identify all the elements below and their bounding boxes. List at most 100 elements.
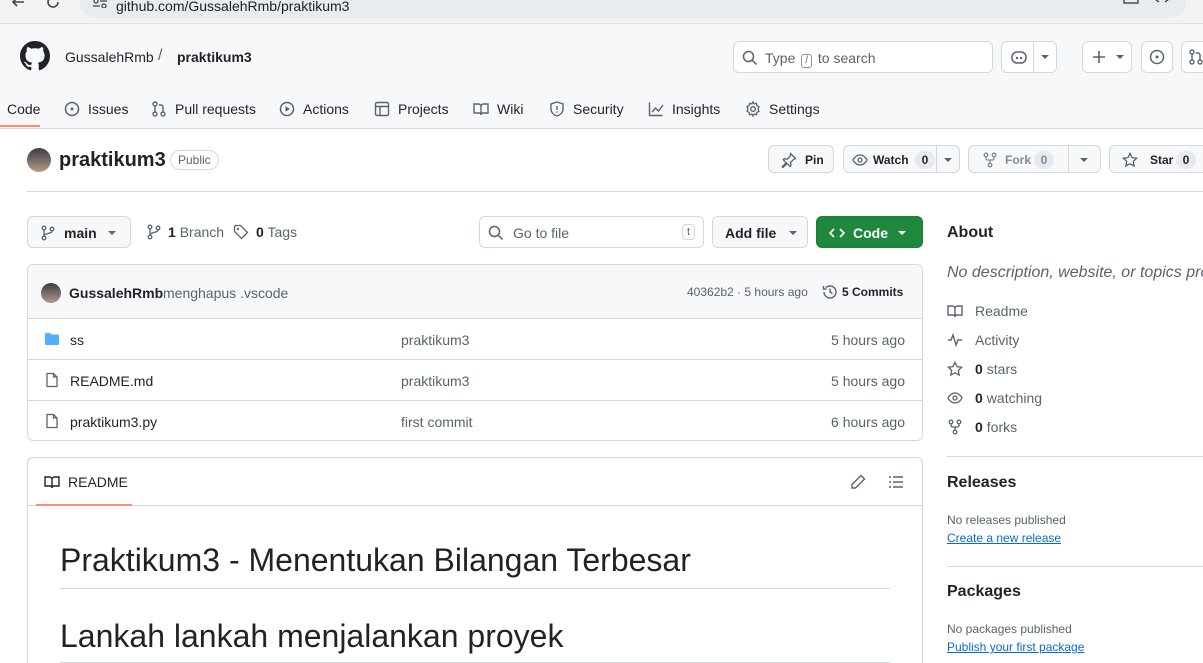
activity-link[interactable]: Activity — [947, 332, 1019, 348]
code-button[interactable]: Code — [816, 216, 923, 248]
chevron-down-icon — [107, 230, 117, 236]
pin-label: Pin — [805, 153, 824, 167]
readme-link[interactable]: Readme — [947, 303, 1028, 319]
github-logo-icon[interactable] — [20, 41, 50, 71]
issues-shortcut-button[interactable] — [1141, 41, 1173, 73]
pencil-icon[interactable] — [850, 474, 866, 490]
stars-link[interactable]: 0 stars — [947, 361, 1017, 377]
branch-icon — [147, 224, 161, 240]
tag-icon — [233, 224, 249, 240]
chevron-down-icon[interactable] — [1079, 157, 1089, 163]
book-icon — [44, 476, 60, 489]
list-outline-icon[interactable] — [888, 474, 904, 490]
page-title[interactable]: praktikum3 — [59, 149, 166, 172]
graph-icon — [648, 102, 664, 116]
tab-insights-label: Insights — [672, 100, 721, 117]
tab-issues[interactable]: Issues — [64, 88, 128, 129]
chevron-down-icon — [788, 226, 798, 236]
file-commit-message[interactable]: praktikum3 — [401, 373, 469, 389]
avatar[interactable] — [41, 283, 61, 303]
star-button[interactable]: Star 0 — [1109, 145, 1203, 173]
repo-link[interactable]: praktikum3 — [177, 49, 252, 65]
issue-icon — [1149, 49, 1165, 65]
fork-label: Fork — [1005, 153, 1032, 167]
url-text: github.com/GussalehRmb/praktikum3 — [116, 0, 350, 14]
pin-button[interactable]: Pin — [768, 145, 834, 173]
divider — [27, 191, 1203, 192]
tab-code[interactable]: Code — [7, 88, 40, 129]
go-to-file-input[interactable]: Go to file t — [479, 216, 704, 248]
book-icon — [947, 305, 963, 318]
branches-link[interactable]: 1 Branch — [146, 224, 224, 240]
chevron-down-icon[interactable] — [943, 157, 953, 163]
forks-link[interactable]: 0 forks — [947, 419, 1017, 435]
tab-wiki[interactable]: Wiki — [473, 88, 523, 129]
divider — [947, 566, 1203, 567]
fork-button[interactable]: Fork 0 — [968, 145, 1101, 173]
gear-icon — [746, 100, 760, 117]
search-icon — [488, 225, 504, 241]
activity-link-label: Activity — [975, 332, 1020, 348]
folder-icon — [44, 331, 60, 347]
tab-settings[interactable]: Settings — [745, 88, 820, 129]
tab-actions[interactable]: Actions — [279, 88, 349, 129]
reload-icon[interactable] — [45, 0, 61, 10]
file-name[interactable]: ss — [70, 332, 84, 348]
commit-message[interactable]: menghapus .vscode — [163, 285, 288, 301]
branch-selector[interactable]: main — [27, 216, 131, 248]
commit-author[interactable]: GussalehRmb — [69, 285, 163, 301]
create-new-button[interactable] — [1082, 41, 1132, 73]
add-file-button[interactable]: Add file — [712, 216, 808, 248]
chevron-down-icon — [897, 226, 907, 236]
watch-label: Watch — [873, 153, 909, 167]
watching-link[interactable]: 0 watching — [947, 390, 1042, 406]
pull-requests-shortcut-button[interactable] — [1181, 41, 1203, 73]
tab-settings-label: Settings — [769, 100, 820, 117]
tab-projects[interactable]: Projects — [374, 88, 449, 129]
file-name[interactable]: README.md — [70, 373, 153, 389]
code-icon — [829, 225, 845, 241]
branches-count: 1 — [168, 224, 176, 240]
copilot-button[interactable] — [1001, 41, 1057, 73]
releases-heading[interactable]: Releases — [947, 474, 1016, 492]
star-icon — [1122, 152, 1138, 168]
tab-pull-requests[interactable]: Pull requests — [151, 88, 256, 129]
readme-heading-1: Praktikum3 - Menentukan Bilangan Terbesa… — [60, 542, 691, 578]
table-row[interactable]: praktikum3.py first commit 6 hours ago — [28, 400, 922, 440]
readme-header: README — [28, 458, 922, 506]
visibility-badge: Public — [170, 150, 219, 170]
table-row[interactable]: ss praktikum3 5 hours ago — [28, 318, 922, 359]
packages-heading[interactable]: Packages — [947, 583, 1021, 601]
address-bar[interactable]: github.com/GussalehRmb/praktikum3 — [80, 0, 1186, 18]
site-info-icon[interactable] — [92, 0, 108, 8]
branch-icon — [40, 225, 56, 241]
search-icon — [742, 50, 758, 66]
readme-tab[interactable]: README — [44, 474, 128, 490]
file-commit-message[interactable]: first commit — [401, 414, 473, 430]
create-release-link[interactable]: Create a new release — [947, 531, 1061, 545]
file-name[interactable]: praktikum3.py — [70, 414, 157, 430]
stars-count: 0 — [975, 361, 983, 377]
pin-icon — [781, 152, 797, 168]
back-arrow-icon[interactable] — [10, 0, 26, 10]
book-icon — [473, 102, 489, 115]
go-to-file-placeholder: Go to file — [513, 225, 570, 241]
commit-hash-time[interactable]: 40362b2 · 5 hours ago — [687, 285, 808, 299]
avatar[interactable] — [27, 148, 51, 172]
owner-link[interactable]: GussalehRmb — [65, 49, 154, 65]
play-icon — [279, 101, 295, 116]
file-date: 6 hours ago — [831, 414, 905, 430]
file-commit-message[interactable]: praktikum3 — [401, 332, 469, 348]
tags-link[interactable]: 0 Tags — [233, 224, 297, 240]
bookmark-star-icon[interactable] — [1154, 0, 1170, 4]
search-shortcut-key: / — [801, 54, 813, 68]
tab-security[interactable]: Security — [549, 88, 624, 129]
tab-insights[interactable]: Insights — [648, 88, 720, 129]
commits-link[interactable]: 5 Commits — [842, 285, 903, 299]
publish-package-link[interactable]: Publish your first package — [947, 640, 1084, 654]
search-input[interactable]: Type / to search — [733, 41, 993, 73]
install-app-icon[interactable] — [1123, 0, 1139, 4]
watch-button[interactable]: Watch 0 — [843, 145, 960, 173]
tags-count: 0 — [256, 224, 264, 240]
table-row[interactable]: README.md praktikum3 5 hours ago — [28, 359, 922, 400]
